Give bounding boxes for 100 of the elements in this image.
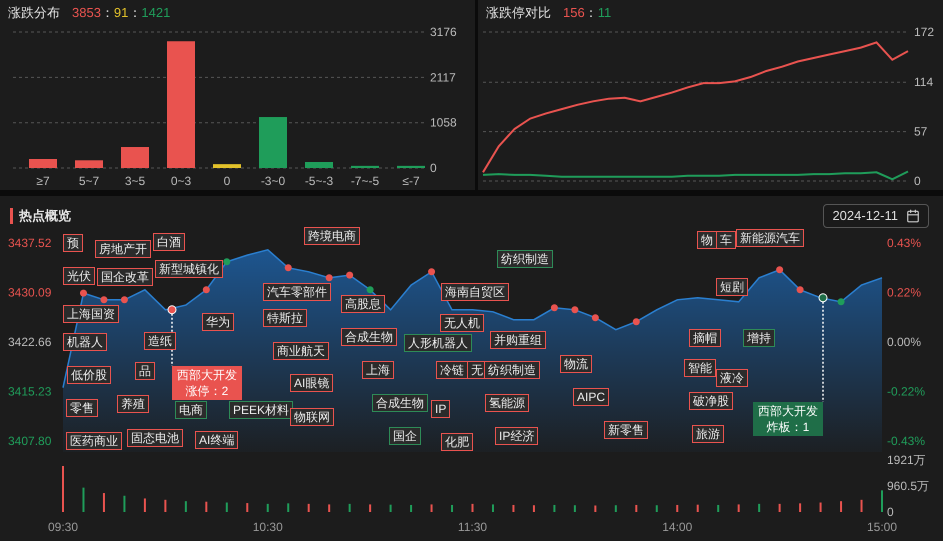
axis-label: 3176 xyxy=(430,25,457,39)
topic-tag[interactable]: PEEK材料 xyxy=(229,401,294,419)
topic-tag[interactable]: 零售 xyxy=(66,399,98,417)
topic-tag[interactable]: 高股息 xyxy=(341,295,385,313)
topic-tag[interactable]: AI眼镜 xyxy=(290,374,334,392)
volume-bar xyxy=(594,506,596,512)
topic-tag[interactable]: 合成生物 xyxy=(341,328,397,346)
axis-label: 1921万 xyxy=(887,453,926,467)
topic-tag[interactable]: 并购重组 xyxy=(490,331,546,349)
topic-tag[interactable]: 破净股 xyxy=(689,392,733,410)
axis-label: 3407.80 xyxy=(8,434,52,448)
volume-bar xyxy=(820,502,822,512)
topic-tag[interactable]: 汽车零部件 xyxy=(263,283,331,301)
topic-tag[interactable]: 医药商业 xyxy=(66,432,122,450)
topic-tag[interactable]: 新零售 xyxy=(604,421,648,439)
topic-tag[interactable]: 短剧 xyxy=(716,278,748,296)
topic-tag[interactable]: 合成生物 xyxy=(372,394,428,412)
title-accent xyxy=(10,208,13,224)
topic-tag[interactable]: 造纸 xyxy=(144,332,176,350)
axis-label: 0.22% xyxy=(887,286,922,300)
panel-title: 热点概览 xyxy=(19,207,71,226)
topic-tag[interactable]: 摘帽 xyxy=(689,329,721,347)
topic-tag[interactable]: 智能 xyxy=(684,359,716,377)
topic-tag[interactable]: 海南自贸区 xyxy=(441,283,509,301)
topic-tag[interactable]: 液冷 xyxy=(716,369,748,387)
volume-bar xyxy=(860,500,863,512)
panel-title: 涨跌停对比 xyxy=(486,4,551,22)
axis-label: 114 xyxy=(914,75,934,90)
topic-tag[interactable]: 光伏 xyxy=(63,267,95,285)
volume-bar xyxy=(205,502,208,512)
topic-tag[interactable]: 跨境电商 xyxy=(304,227,360,245)
panel-title: 涨跌分布 xyxy=(8,4,60,22)
axis-label: -0.22% xyxy=(887,384,926,398)
volume-bar xyxy=(246,503,248,512)
topic-tag[interactable]: 氢能源 xyxy=(485,394,529,412)
topic-tag[interactable]: 化肥 xyxy=(441,433,473,451)
volume-bar xyxy=(164,500,166,512)
topic-tag[interactable]: 国企改革 xyxy=(97,268,153,286)
topic-tag[interactable]: 上海国资 xyxy=(63,305,119,323)
topic-tag[interactable]: 车 xyxy=(716,231,736,249)
topic-tag[interactable]: 华为 xyxy=(202,313,234,331)
topic-tag[interactable]: 纺织制造 xyxy=(497,250,553,268)
topic-tag[interactable]: 物 xyxy=(697,231,717,249)
volume-bar xyxy=(512,504,514,512)
topic-tag[interactable]: IP经济 xyxy=(495,427,538,445)
topic-tag[interactable]: 品 xyxy=(135,362,155,380)
axis-label: 1058 xyxy=(430,116,457,130)
topic-tag[interactable]: 国企 xyxy=(389,427,421,445)
volume-bar xyxy=(738,504,740,512)
bar xyxy=(75,160,103,168)
volume-bar xyxy=(82,488,84,512)
topic-tag[interactable]: 预 xyxy=(63,234,83,252)
topic-tag[interactable]: 增持 xyxy=(743,329,775,347)
topic-tag[interactable]: 旅游 xyxy=(692,425,724,443)
topic-tag[interactable]: AIPC xyxy=(573,388,610,406)
topic-tag[interactable]: 冷链 xyxy=(436,361,468,379)
topic-tag[interactable]: 无人机 xyxy=(440,314,484,332)
volume-bar xyxy=(574,505,576,512)
topic-tag[interactable]: 电商 xyxy=(175,401,207,419)
topic-tag[interactable]: 固态电池 xyxy=(127,429,183,447)
topic-tag[interactable]: 新能源汽车 xyxy=(736,229,804,247)
topic-tag[interactable]: 低价股 xyxy=(67,366,111,384)
axis-label: 0 xyxy=(224,174,230,188)
volume-bar xyxy=(717,504,720,512)
axis-label: 14:00 xyxy=(662,520,692,534)
axis-label: 0 xyxy=(430,161,437,175)
topic-tag[interactable]: AI终端 xyxy=(195,431,238,449)
topic-tag[interactable]: 物流 xyxy=(560,355,592,373)
topic-tag[interactable]: 房地产开 xyxy=(95,240,151,258)
bar xyxy=(213,164,241,168)
topic-tag[interactable]: 物联网 xyxy=(290,408,334,426)
axis-label: 0~3 xyxy=(170,174,192,188)
count-text: 156 xyxy=(563,4,585,22)
topic-tag[interactable]: 特斯拉 xyxy=(263,309,307,327)
topic-tag[interactable]: 养殖 xyxy=(117,395,149,413)
callout-title: 西部大开发 xyxy=(758,403,818,419)
callout-detail: 炸板：1 xyxy=(766,419,810,435)
topic-tag[interactable]: 白酒 xyxy=(153,233,185,251)
topic-tag[interactable]: IP xyxy=(431,400,450,418)
volume-bar xyxy=(184,501,187,512)
topic-tag[interactable]: 人形机器人 xyxy=(404,334,472,352)
axis-label: 0 xyxy=(914,174,921,188)
volume-bar xyxy=(840,501,842,512)
volume-bar xyxy=(287,503,290,512)
calendar-icon xyxy=(906,209,920,223)
volume-bar xyxy=(696,504,699,512)
axis-label: 0.43% xyxy=(887,236,922,250)
topic-tag[interactable]: 纺织制造 xyxy=(484,361,540,379)
topic-tag[interactable]: 商业航天 xyxy=(273,342,329,360)
topic-tag[interactable]: 上海 xyxy=(362,361,394,379)
volume-bar xyxy=(430,504,433,512)
topic-tag[interactable]: 新型城镇化 xyxy=(155,260,223,278)
bar xyxy=(351,166,379,168)
volume-bar xyxy=(266,504,269,512)
date-picker[interactable]: 2024-12-11 xyxy=(823,204,929,228)
volume-bar xyxy=(492,504,494,512)
volume-bar xyxy=(451,504,454,512)
topic-tag[interactable]: 机器人 xyxy=(63,333,107,351)
volume-bar xyxy=(799,503,802,512)
count-text: ： xyxy=(128,4,142,22)
